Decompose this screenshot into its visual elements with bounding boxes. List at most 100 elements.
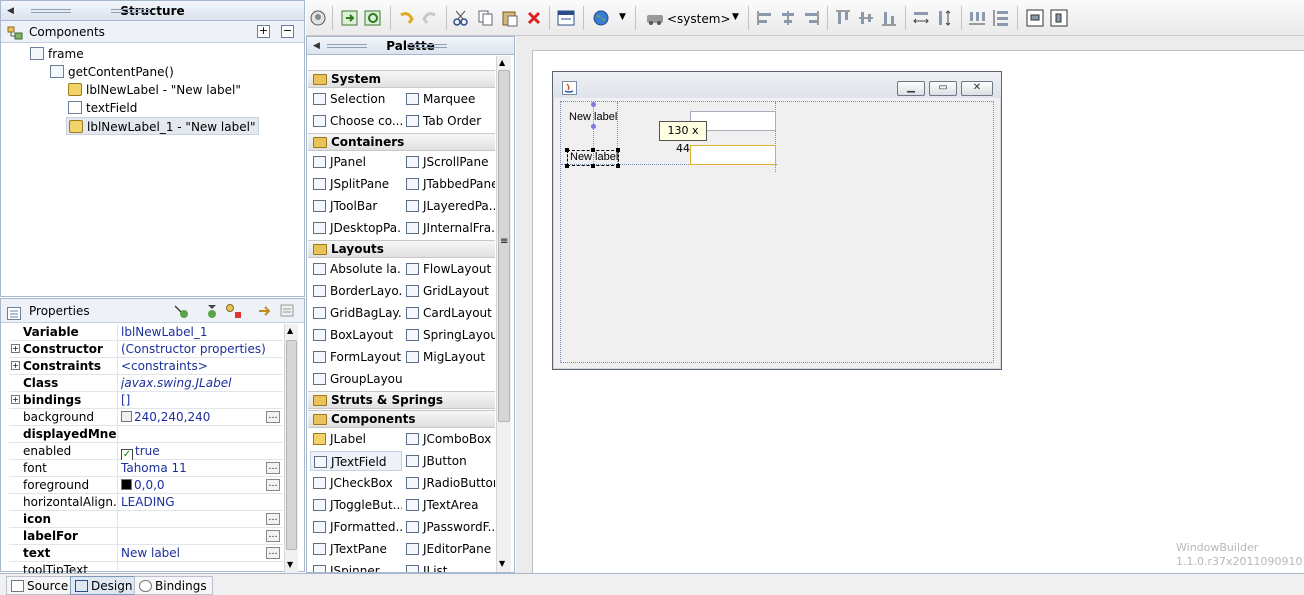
selection-handle[interactable] — [591, 148, 595, 152]
tab-order-icon[interactable] — [557, 9, 575, 27]
property-row[interactable]: Constructor + (Constructor properties) — [9, 341, 283, 358]
tree-item-lblnewlabel-1[interactable]: lblNewLabel_1 - "New label" — [66, 117, 260, 135]
collapse-left-icon[interactable]: ◀ — [313, 37, 320, 55]
tree-item-textfield[interactable]: textField — [68, 99, 137, 117]
palette-item[interactable]: JPasswordF... — [403, 517, 495, 537]
palette-item[interactable]: JList — [403, 561, 495, 572]
same-height-icon[interactable] — [936, 9, 954, 27]
edit-property-button[interactable]: … — [266, 547, 280, 559]
tab-design[interactable]: Design — [70, 576, 139, 595]
property-row[interactable]: displayedMne... — [9, 426, 283, 443]
property-value[interactable] — [121, 426, 271, 443]
palette-item[interactable]: JTextArea — [403, 495, 495, 515]
property-value[interactable]: [] — [121, 392, 271, 409]
scroll-thumb[interactable] — [286, 340, 297, 550]
palette-item[interactable]: GroupLayout — [310, 369, 402, 389]
palette-item[interactable]: JComboBox — [403, 429, 495, 449]
redo-icon[interactable] — [420, 9, 438, 27]
edit-property-button[interactable]: … — [266, 513, 280, 525]
expand-icon[interactable]: + — [11, 344, 20, 353]
close-button[interactable]: ✕ — [961, 81, 993, 96]
palette-item[interactable]: JLabel — [310, 429, 402, 449]
property-row[interactable]: Constraints + <constraints> — [9, 358, 283, 375]
property-value[interactable]: javax.swing.JLabel — [121, 375, 271, 392]
convert-local-icon[interactable] — [225, 303, 243, 319]
palette-item[interactable]: Absolute la... — [310, 259, 402, 279]
scroll-down-icon[interactable]: ▼ — [287, 560, 293, 569]
palette-item[interactable]: JFormatted... — [310, 517, 402, 537]
palette-item[interactable]: GridBagLay... — [310, 303, 402, 323]
undo-icon[interactable] — [398, 9, 416, 27]
selection-handle[interactable] — [591, 164, 595, 168]
expand-icon[interactable]: + — [11, 361, 20, 370]
expand-icon[interactable]: + — [11, 395, 20, 404]
palette-item[interactable]: JScrollPane — [403, 152, 495, 172]
property-value[interactable]: lblNewLabel_1 — [121, 324, 271, 341]
scroll-up-icon[interactable]: ▲ — [499, 58, 505, 67]
edit-property-button[interactable]: … — [266, 411, 280, 423]
property-value[interactable]: 240,240,240 — [121, 409, 271, 426]
copy-icon[interactable] — [477, 9, 495, 27]
tab-bindings[interactable]: Bindings — [134, 576, 213, 595]
frame-caption[interactable]: ▁ ▭ ✕ — [553, 72, 1001, 98]
look-and-feel-icon[interactable] — [645, 9, 665, 27]
palette-item[interactable]: JPanel — [310, 152, 402, 172]
palette-item[interactable]: JButton — [403, 451, 495, 471]
palette-item[interactable]: SpringLayout — [403, 325, 495, 345]
selection-handle[interactable] — [565, 148, 569, 152]
property-value[interactable]: 0,0,0 — [121, 477, 271, 494]
align-top-icon[interactable] — [834, 9, 852, 27]
property-value[interactable] — [121, 528, 271, 545]
collapse-left-icon[interactable]: ◀ — [7, 1, 14, 21]
globe-dropdown-icon[interactable]: ▼ — [619, 12, 626, 22]
palette-item[interactable]: JTabbedPane — [403, 174, 495, 194]
palette-category[interactable]: Layouts — [308, 240, 495, 258]
scroll-down-icon[interactable]: ▼ — [499, 559, 505, 568]
selection-handle[interactable] — [616, 148, 620, 152]
palette-item[interactable]: BoxLayout — [310, 325, 402, 345]
system-combo[interactable]: <system> — [667, 10, 731, 28]
property-row[interactable]: foreground 0,0,0… — [9, 477, 283, 494]
property-row[interactable]: text New label… — [9, 545, 283, 562]
palette-item[interactable]: Choose co... — [310, 111, 402, 131]
property-row[interactable]: Variable lblNewLabel_1 — [9, 324, 283, 341]
edit-property-button[interactable]: … — [266, 479, 280, 491]
selection-handle[interactable] — [565, 164, 569, 168]
palette-item[interactable]: MigLayout — [403, 347, 495, 367]
test-gui-icon[interactable] — [309, 9, 327, 27]
palette-item[interactable]: JSplitPane — [310, 174, 402, 194]
palette-item[interactable]: GridLayout — [403, 281, 495, 301]
property-value[interactable]: New label — [121, 545, 271, 562]
property-row[interactable]: background 240,240,240… — [9, 409, 283, 426]
palette-item[interactable]: JRadioButton — [403, 473, 495, 493]
palette-item[interactable]: Tab Order — [403, 111, 495, 131]
minimize-button[interactable]: ▁ — [897, 81, 925, 96]
palette-item[interactable]: CardLayout — [403, 303, 495, 323]
palette-item[interactable]: JTextField — [310, 451, 402, 471]
align-bottom-icon[interactable] — [880, 9, 898, 27]
palette-item[interactable]: Selection — [310, 89, 402, 109]
property-row[interactable]: enabled ✓ true — [9, 443, 283, 460]
property-value[interactable]: <constraints> — [121, 358, 271, 375]
globe-icon[interactable] — [592, 9, 610, 27]
menu-icon[interactable] — [280, 303, 296, 319]
palette-item[interactable]: JCheckBox — [310, 473, 402, 493]
palette-item[interactable]: JSpinner — [310, 561, 402, 572]
new-label-1[interactable]: New label — [569, 111, 617, 123]
tree-item-lblnewlabel[interactable]: lblNewLabel - "New label" — [68, 81, 241, 99]
palette-category[interactable]: System — [308, 70, 495, 88]
show-events-icon[interactable] — [173, 303, 189, 319]
palette-item[interactable]: FormLayout — [310, 347, 402, 367]
property-value[interactable] — [121, 511, 271, 528]
center-vertically-icon[interactable] — [1050, 9, 1068, 27]
align-right-icon[interactable] — [802, 9, 820, 27]
scroll-up-icon[interactable]: ▲ — [287, 326, 293, 335]
property-value[interactable]: Tahoma 11 — [121, 460, 271, 477]
cut-icon[interactable] — [452, 9, 470, 27]
property-row[interactable]: Class javax.swing.JLabel — [9, 375, 283, 392]
maximize-button[interactable]: ▭ — [929, 81, 957, 96]
goto-definition-icon[interactable] — [204, 303, 220, 319]
expand-all-icon[interactable]: + — [257, 25, 270, 38]
palette-category[interactable]: Containers — [308, 133, 495, 151]
palette-scrollbar[interactable]: ▲ ≡ ▼ — [496, 56, 511, 572]
